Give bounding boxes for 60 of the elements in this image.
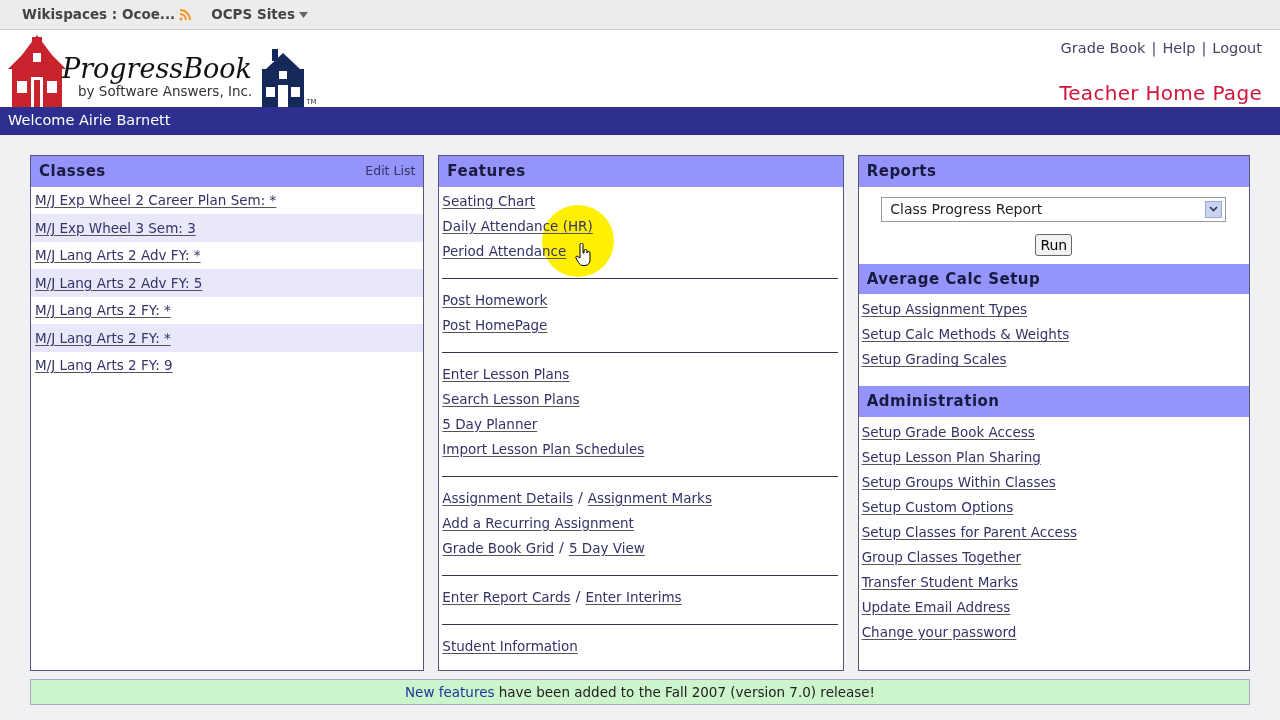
setup-link[interactable]: Change your password xyxy=(861,621,1017,643)
announcement-text: New features have been added to the Fall 2007 (version 7.0) release! xyxy=(405,682,875,702)
panel-title: Features xyxy=(447,161,526,182)
logo-byline: by Software Answers, Inc. xyxy=(78,83,253,99)
feature-link[interactable]: Post Homework xyxy=(442,289,548,311)
feature-link[interactable]: 5 Day View xyxy=(568,537,645,559)
class-link[interactable]: M/J Exp Wheel 2 Career Plan Sem: * xyxy=(35,190,277,211)
bookmark-item[interactable]: OCPS Sites xyxy=(211,4,308,25)
class-link[interactable]: M/J Lang Arts 2 Adv FY: 5 xyxy=(35,272,203,293)
panel-title: Administration xyxy=(866,391,1000,412)
panel-title: Classes xyxy=(39,161,106,182)
new-features-link[interactable]: New features xyxy=(405,683,495,700)
class-link[interactable]: M/J Lang Arts 2 FY: 9 xyxy=(35,355,173,376)
header-link[interactable]: Help xyxy=(1162,38,1196,60)
setup-link[interactable]: Setup Custom Options xyxy=(861,496,1014,518)
setup-link[interactable]: Setup Lesson Plan Sharing xyxy=(861,446,1041,468)
link-separator: | xyxy=(1201,39,1207,59)
feature-link[interactable]: Enter Interims xyxy=(585,586,682,608)
class-link[interactable]: M/J Lang Arts 2 FY: * xyxy=(35,327,171,348)
feature-link[interactable]: Add a Recurring Assignment xyxy=(442,512,634,534)
run-button[interactable]: Run xyxy=(1035,233,1073,256)
feature-link[interactable]: Student Information xyxy=(442,635,578,657)
feature-link[interactable]: 5 Day Planner xyxy=(442,413,538,435)
feature-link[interactable]: Enter Lesson Plans xyxy=(442,363,570,385)
header-link[interactable]: Logout xyxy=(1212,38,1262,60)
feature-link[interactable]: Enter Report Cards xyxy=(442,586,571,608)
bookmark-item[interactable]: Wikispaces : Ocoe... xyxy=(22,4,192,25)
setup-link[interactable]: Transfer Student Marks xyxy=(861,571,1018,593)
feature-link[interactable]: Search Lesson Plans xyxy=(442,388,580,410)
report-select[interactable]: Class Progress Report xyxy=(881,196,1227,222)
rss-icon xyxy=(179,8,192,21)
page-title: Teacher Home Page xyxy=(1059,79,1262,107)
setup-link[interactable]: Setup Calc Methods & Weights xyxy=(861,324,1070,345)
setup-link[interactable]: Update Email Address xyxy=(861,596,1011,618)
feature-link[interactable]: Grade Book Grid xyxy=(442,537,554,559)
link-separator: / xyxy=(577,488,583,508)
feature-link[interactable]: Post HomePage xyxy=(442,314,548,336)
class-link[interactable]: M/J Exp Wheel 3 Sem: 3 xyxy=(35,217,196,238)
link-separator: | xyxy=(1151,39,1157,59)
setup-link[interactable]: Group Classes Together xyxy=(861,546,1021,568)
setup-link[interactable]: Setup Classes for Parent Access xyxy=(861,521,1077,543)
welcome-text: Welcome Airie Barnett xyxy=(8,111,171,131)
link-separator: / xyxy=(575,587,581,607)
setup-link[interactable]: Setup Groups Within Classes xyxy=(861,471,1056,493)
feature-link[interactable]: Assignment Marks xyxy=(587,487,712,509)
feature-link[interactable]: Assignment Details xyxy=(442,487,573,509)
panel-title: Average Calc Setup xyxy=(866,268,1041,290)
panel-title: Reports xyxy=(866,161,937,182)
link-separator: / xyxy=(559,538,564,558)
class-link[interactable]: M/J Lang Arts 2 Adv FY: * xyxy=(35,245,201,266)
setup-link[interactable]: Setup Grade Book Access xyxy=(861,421,1035,443)
hand-cursor-icon xyxy=(575,243,594,267)
setup-link[interactable]: Setup Assignment Types xyxy=(861,299,1028,320)
edit-list-link[interactable]: Edit List xyxy=(365,161,416,181)
feature-link[interactable]: Seating Chart xyxy=(442,190,536,212)
class-link[interactable]: M/J Lang Arts 2 FY: * xyxy=(35,300,171,321)
setup-link[interactable]: Setup Grading Scales xyxy=(861,349,1007,370)
caret-icon xyxy=(298,11,308,18)
header-link[interactable]: Grade Book xyxy=(1060,38,1146,60)
feature-link[interactable]: Import Lesson Plan Schedules xyxy=(442,438,645,460)
